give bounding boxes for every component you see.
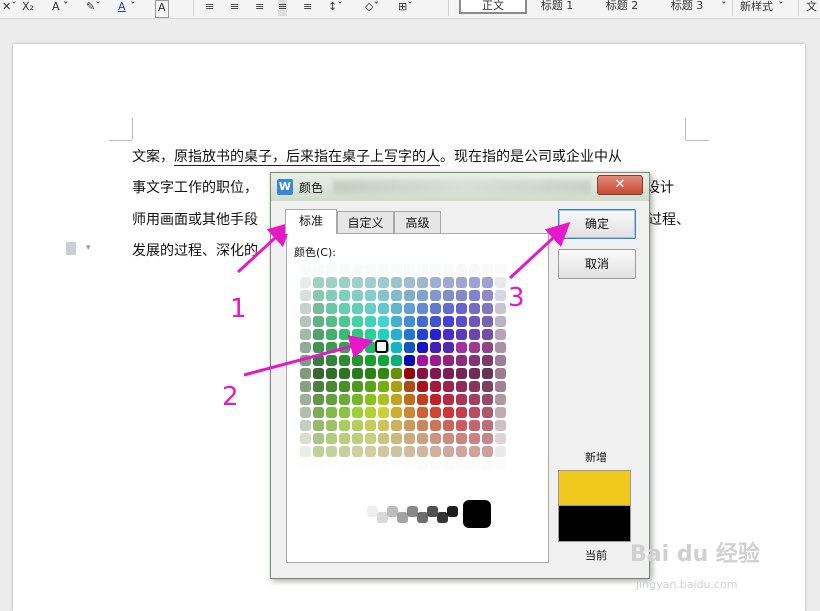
arrow-3	[508, 221, 571, 280]
annotation-2: 2	[222, 382, 239, 412]
annotation-3: 3	[508, 283, 525, 313]
tab-standard[interactable]: 标准	[285, 209, 337, 234]
annotation-arrows	[236, 221, 571, 377]
baidu-watermark: Bai du 经验	[630, 542, 760, 567]
annotation-1: 1	[230, 294, 247, 324]
arrow-2	[243, 335, 374, 377]
arrow-1	[236, 221, 293, 274]
baidu-watermark-url: jingyan.baidu.com	[636, 578, 738, 591]
